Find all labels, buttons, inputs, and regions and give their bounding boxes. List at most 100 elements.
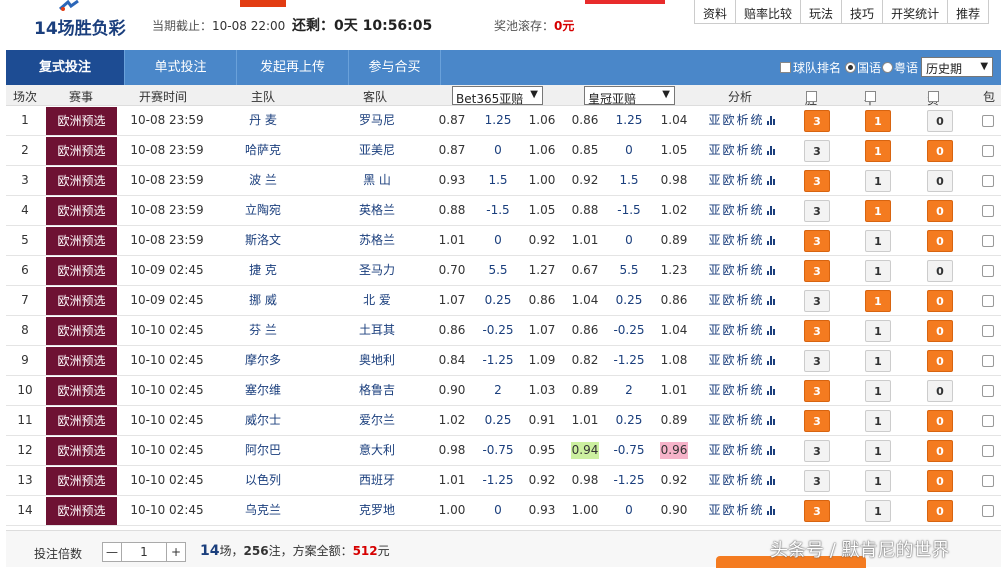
away-team[interactable]: 苏格兰 [346,226,408,255]
stats-link[interactable]: 统 [751,173,763,187]
link-data[interactable]: 资料 [695,0,735,24]
pick-draw-button[interactable]: 1 [865,320,891,342]
asia-odds-link[interactable]: 亚 [708,263,720,277]
home-team[interactable]: 哈萨克 [232,136,294,165]
away-team[interactable]: 格鲁吉 [346,376,408,405]
home-team[interactable]: 立陶宛 [232,196,294,225]
pick-win-button[interactable]: 3 [804,260,830,282]
pick-win-button[interactable]: 3 [804,200,830,222]
asia-odds-link[interactable]: 亚 [708,113,720,127]
pick-win-button[interactable]: 3 [804,470,830,492]
asia-odds-link[interactable]: 亚 [708,173,720,187]
pick-draw-button[interactable]: 1 [865,260,891,282]
away-team[interactable]: 爱尔兰 [346,406,408,435]
bar-chart-icon[interactable] [766,416,776,425]
analysis-link[interactable]: 析 [737,503,749,517]
stats-link[interactable]: 统 [751,203,763,217]
bar-chart-icon[interactable] [766,356,776,365]
euro-odds-link[interactable]: 欧 [722,413,734,427]
euro-odds-link[interactable]: 欧 [722,233,734,247]
link-draw-stats[interactable]: 开奖统计 [882,0,947,24]
pick-draw-button[interactable]: 1 [865,170,891,192]
stats-link[interactable]: 统 [751,143,763,157]
pick-draw-button[interactable]: 1 [865,350,891,372]
bao-checkbox[interactable] [982,325,994,337]
stats-link[interactable]: 统 [751,323,763,337]
pick-lose-button[interactable]: 0 [927,500,953,522]
bar-chart-icon[interactable] [766,176,776,185]
away-team[interactable]: 土耳其 [346,316,408,345]
home-team[interactable]: 乌克兰 [232,496,294,525]
bao-checkbox[interactable] [982,295,994,307]
analysis-link[interactable]: 析 [737,353,749,367]
pick-lose-button[interactable]: 0 [927,140,953,162]
plus-button[interactable]: + [166,542,186,562]
pick-win-button[interactable]: 3 [804,230,830,252]
analysis-link[interactable]: 析 [737,173,749,187]
link-rules[interactable]: 玩法 [800,0,841,24]
tab-upload[interactable]: 发起再上传 [237,50,349,85]
euro-odds-link[interactable]: 欧 [722,383,734,397]
away-team[interactable]: 英格兰 [346,196,408,225]
home-team[interactable]: 波 兰 [232,166,294,195]
asia-odds-link[interactable]: 亚 [708,203,720,217]
pick-lose-button[interactable]: 0 [927,350,953,372]
analysis-link[interactable]: 析 [737,113,749,127]
away-team[interactable]: 黑 山 [346,166,408,195]
bar-chart-icon[interactable] [766,386,776,395]
pick-lose-button[interactable]: 0 [927,440,953,462]
bar-chart-icon[interactable] [766,476,776,485]
bar-chart-icon[interactable] [766,236,776,245]
away-team[interactable]: 北 爱 [346,286,408,315]
pick-win-button[interactable]: 3 [804,140,830,162]
euro-odds-link[interactable]: 欧 [722,173,734,187]
analysis-link[interactable]: 析 [737,413,749,427]
stats-link[interactable]: 统 [751,503,763,517]
cantonese-radio[interactable] [882,61,894,73]
bao-checkbox[interactable] [982,115,994,127]
asia-odds-link[interactable]: 亚 [708,323,720,337]
bao-checkbox[interactable] [982,445,994,457]
pick-win-button[interactable]: 3 [804,410,830,432]
bao-checkbox[interactable] [982,505,994,517]
euro-odds-link[interactable]: 欧 [722,323,734,337]
bao-checkbox[interactable] [982,235,994,247]
bao-checkbox[interactable] [982,475,994,487]
asia-odds-link[interactable]: 亚 [708,353,720,367]
asia-odds-link[interactable]: 亚 [708,293,720,307]
euro-odds-link[interactable]: 欧 [722,443,734,457]
bao-checkbox[interactable] [982,415,994,427]
bao-checkbox[interactable] [982,385,994,397]
win-all-checkbox[interactable] [806,91,817,102]
mandarin-radio[interactable] [845,61,857,73]
team-rank-checkbox[interactable] [780,61,791,73]
stats-link[interactable]: 统 [751,113,763,127]
stats-link[interactable]: 统 [751,263,763,277]
pick-draw-button[interactable]: 1 [865,410,891,432]
pick-win-button[interactable]: 3 [804,350,830,372]
pick-win-button[interactable]: 3 [804,320,830,342]
bao-checkbox[interactable] [982,145,994,157]
tab-group-buy[interactable]: 参与合买 [349,50,441,85]
analysis-link[interactable]: 析 [737,293,749,307]
pick-lose-button[interactable]: 0 [927,290,953,312]
pick-lose-button[interactable]: 0 [927,320,953,342]
analysis-link[interactable]: 析 [737,443,749,457]
analysis-link[interactable]: 析 [737,263,749,277]
pick-win-button[interactable]: 3 [804,500,830,522]
bar-chart-icon[interactable] [766,446,776,455]
pick-win-button[interactable]: 3 [804,290,830,312]
pick-draw-button[interactable]: 1 [865,290,891,312]
bao-checkbox[interactable] [982,265,994,277]
bar-chart-icon[interactable] [766,506,776,515]
bar-chart-icon[interactable] [766,146,776,155]
euro-odds-link[interactable]: 欧 [722,263,734,277]
stats-link[interactable]: 统 [751,473,763,487]
pick-lose-button[interactable]: 0 [927,230,953,252]
asia-odds-link[interactable]: 亚 [708,503,720,517]
bar-chart-icon[interactable] [766,296,776,305]
analysis-link[interactable]: 析 [737,473,749,487]
asia-odds-link[interactable]: 亚 [708,443,720,457]
asia-odds-link[interactable]: 亚 [708,413,720,427]
home-team[interactable]: 阿尔巴 [232,436,294,465]
